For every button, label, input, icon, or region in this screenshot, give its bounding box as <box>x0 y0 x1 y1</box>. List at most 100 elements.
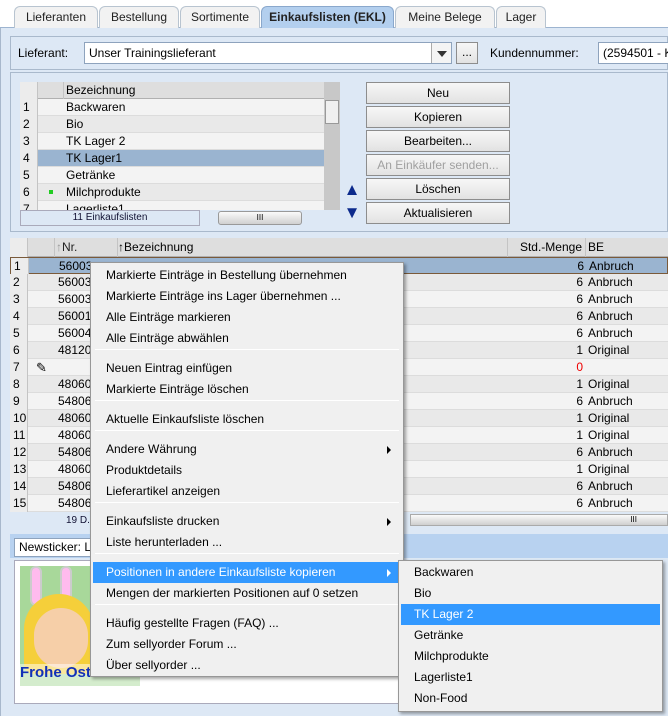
submenu-item[interactable]: Non-Food <box>401 688 660 709</box>
submenu-item[interactable]: Milchprodukte <box>401 646 660 667</box>
tab-einkaufslisten[interactable]: Einkaufslisten (EKL) <box>261 6 394 28</box>
tab-bestellung[interactable]: Bestellung <box>99 6 179 28</box>
item-quantity: 6 <box>576 326 583 340</box>
context-menu-item[interactable]: Zum sellyorder Forum ... <box>93 634 401 655</box>
list-name: TK Lager 2 <box>66 134 126 148</box>
lists-vscrollbar[interactable] <box>324 82 340 210</box>
items-count: 19 D. <box>66 515 90 526</box>
tab-lager[interactable]: Lager <box>496 6 546 28</box>
supplier-value: Unser Trainingslieferant <box>89 46 216 60</box>
lists-count: 11 Einkaufslisten <box>20 210 200 226</box>
submenu-arrow-icon <box>387 569 391 577</box>
item-unit: Anbruch <box>588 326 633 340</box>
context-menu-item[interactable]: Über sellyorder ... <box>93 655 401 676</box>
list-row[interactable]: 1 Backwaren <box>20 99 324 116</box>
list-row[interactable]: 6 Milchprodukte <box>20 184 324 201</box>
row-number: 4 <box>10 308 28 325</box>
tab-lieferanten[interactable]: Lieferanten <box>14 6 98 28</box>
move-up-icon[interactable]: ▲ <box>343 180 361 200</box>
header-bezeichnung[interactable]: ↑Bezeichnung <box>118 238 508 257</box>
lists-hscrollbar[interactable]: III <box>218 211 302 225</box>
delete-button[interactable]: Löschen <box>366 178 510 200</box>
context-menu-item[interactable]: Neuen Eintrag einfügen <box>93 358 401 379</box>
item-quantity: 1 <box>576 343 583 357</box>
edit-button[interactable]: Bearbeiten... <box>366 130 510 152</box>
item-quantity: 6 <box>577 259 584 273</box>
submenu-item[interactable]: Getränke <box>401 625 660 646</box>
items-hscrollbar[interactable]: III <box>410 514 668 526</box>
item-unit: Anbruch <box>588 275 633 289</box>
browse-supplier-button[interactable]: ... <box>456 42 478 64</box>
customer-number-field[interactable]: (2594501 - K <box>598 42 668 64</box>
context-menu-item[interactable]: Alle Einträge markieren <box>93 307 401 328</box>
item-quantity: 6 <box>576 479 583 493</box>
item-unit: Anbruch <box>588 479 633 493</box>
item-unit: Anbruch <box>588 309 633 323</box>
context-menu-item[interactable]: Einkaufsliste drucken <box>93 511 401 532</box>
tab-meine-belege[interactable]: Meine Belege <box>395 6 495 28</box>
shopping-lists-table: Bezeichnung 1 Backwaren 2 Bio 3 TK Lager… <box>20 82 324 210</box>
context-menu-item[interactable]: Liste herunterladen ... <box>93 532 401 553</box>
item-unit: Original <box>588 343 630 357</box>
context-menu-item[interactable]: Produktdetails <box>93 460 401 481</box>
list-row[interactable]: 5 Getränke <box>20 167 324 184</box>
context-menu-item[interactable]: Markierte Einträge ins Lager übernehmen … <box>93 286 401 307</box>
row-number: 11 <box>10 427 28 444</box>
submenu-item[interactable]: Lagerliste1 <box>401 667 660 688</box>
list-name: TK Lager1 <box>66 151 123 165</box>
item-unit: Original <box>588 428 630 442</box>
row-number: 13 <box>10 461 28 478</box>
item-unit: Original <box>588 411 630 425</box>
scroll-thumb[interactable] <box>325 100 339 124</box>
row-number: 8 <box>10 376 28 393</box>
items-header: ↑Nr. ↑Bezeichnung Std.-Menge BE <box>10 238 668 257</box>
row-number: 2 <box>20 116 38 133</box>
header-std-menge[interactable]: Std.-Menge <box>518 238 586 257</box>
context-menu-item[interactable]: Häufig gestellte Fragen (FAQ) ... <box>93 613 401 634</box>
context-menu-item[interactable]: Positionen in andere Einkaufsliste kopie… <box>93 562 401 583</box>
list-row[interactable]: 3 TK Lager 2 <box>20 133 324 150</box>
item-unit: Anbruch <box>588 292 633 306</box>
row-number: 1 <box>11 258 29 275</box>
list-row[interactable]: 4 TK Lager1 <box>20 150 324 167</box>
submenu-item[interactable]: Bio <box>401 583 660 604</box>
copy-button[interactable]: Kopieren <box>366 106 510 128</box>
list-row[interactable]: 2 Bio <box>20 116 324 133</box>
submenu-item[interactable]: Backwaren <box>401 562 660 583</box>
item-quantity: 1 <box>576 428 583 442</box>
item-quantity: 1 <box>576 462 583 476</box>
context-menu-item[interactable]: Aktuelle Einkaufsliste löschen <box>93 409 401 430</box>
list-row[interactable]: 7 Lagerliste1 <box>20 201 324 210</box>
context-menu-item[interactable]: Andere Währung <box>93 439 401 460</box>
header-be[interactable]: BE <box>588 238 604 257</box>
item-unit: Anbruch <box>588 394 633 408</box>
move-down-icon[interactable]: ▼ <box>343 203 361 223</box>
submenu-arrow-icon <box>387 446 391 454</box>
supplier-label: Lieferant: <box>18 46 69 60</box>
row-number: 7 <box>20 201 38 210</box>
customer-number-label: Kundennummer: <box>490 46 579 60</box>
tab-sortimente[interactable]: Sortimente <box>180 6 260 28</box>
context-menu: Markierte Einträge in Bestellung überneh… <box>90 262 404 677</box>
menu-separator <box>95 349 399 350</box>
item-quantity: 6 <box>576 445 583 459</box>
item-quantity: 6 <box>576 394 583 408</box>
item-quantity: 1 <box>576 411 583 425</box>
lists-header-bezeichnung[interactable]: Bezeichnung <box>66 82 135 99</box>
context-menu-item[interactable]: Mengen der markierten Positionen auf 0 s… <box>93 583 401 604</box>
supplier-select[interactable]: Unser Trainingslieferant <box>84 42 452 64</box>
row-number: 2 <box>10 274 28 291</box>
row-number: 12 <box>10 444 28 461</box>
chevron-down-icon[interactable] <box>431 43 451 63</box>
pencil-icon: ✎ <box>36 360 47 375</box>
header-nr[interactable]: ↑Nr. <box>56 238 118 257</box>
context-menu-item[interactable]: Lieferartikel anzeigen <box>93 481 401 502</box>
refresh-button[interactable]: Aktualisieren <box>366 202 510 224</box>
context-menu-item[interactable]: Alle Einträge abwählen <box>93 328 401 349</box>
new-button[interactable]: Neu <box>366 82 510 104</box>
row-number: 1 <box>20 99 38 116</box>
context-menu-item[interactable]: Markierte Einträge löschen <box>93 379 401 400</box>
context-menu-item[interactable]: Markierte Einträge in Bestellung überneh… <box>93 265 401 286</box>
submenu-item[interactable]: TK Lager 2 <box>401 604 660 625</box>
item-quantity: 6 <box>576 496 583 510</box>
